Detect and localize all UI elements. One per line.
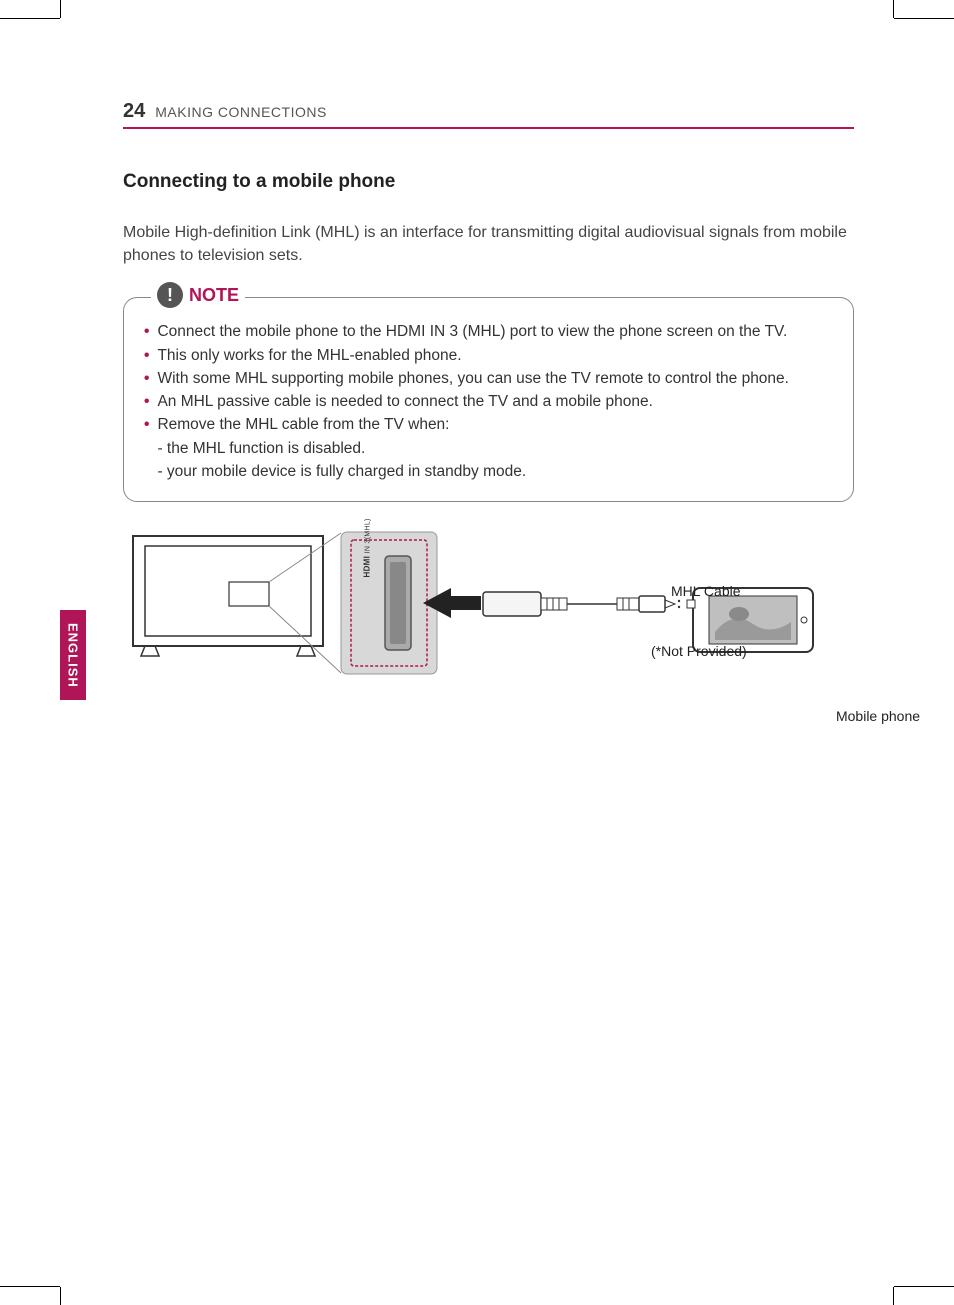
note-item: This only works for the MHL-enabled phon… (157, 344, 461, 367)
page-number: 24 (123, 100, 145, 123)
note-item: Remove the MHL cable from the TV when: -… (157, 413, 526, 483)
page-content: 24 MAKING CONNECTIONS Connecting to a mo… (123, 100, 854, 738)
hdmi-port-icon (341, 532, 437, 674)
cable-label: MHL Cable (671, 583, 741, 599)
note-subline: - your mobile device is fully charged in… (157, 460, 526, 483)
subheading: Connecting to a mobile phone (123, 171, 854, 193)
section-title: MAKING CONNECTIONS (155, 104, 327, 120)
tv-icon (133, 533, 341, 673)
note-box: ! NOTE •Connect the mobile phone to the … (123, 297, 854, 502)
note-label: NOTE (189, 285, 239, 306)
note-item: An MHL passive cable is needed to connec… (157, 390, 652, 413)
mobile-phone-label: Mobile phone (823, 708, 933, 724)
mhl-cable-icon (483, 592, 680, 616)
intro-paragraph: Mobile High-definition Link (MHL) is an … (123, 221, 854, 267)
hdmi-port-label: HDMI IN 3(MHL) (363, 518, 372, 577)
note-item: With some MHL supporting mobile phones, … (157, 367, 789, 390)
note-list: •Connect the mobile phone to the HDMI IN… (144, 320, 833, 483)
connection-diagram: HDMI IN 3(MHL) MHL Cable (*Not Provided)… (123, 528, 854, 738)
page-header: 24 MAKING CONNECTIONS (123, 100, 854, 129)
language-tab: ENGLISH (60, 610, 86, 700)
note-subline: - the MHL function is disabled. (157, 437, 526, 460)
note-badge: ! NOTE (151, 282, 245, 308)
note-item: Connect the mobile phone to the HDMI IN … (157, 320, 787, 343)
not-provided-label: (*Not Provided) (651, 643, 747, 659)
exclamation-icon: ! (157, 282, 183, 308)
